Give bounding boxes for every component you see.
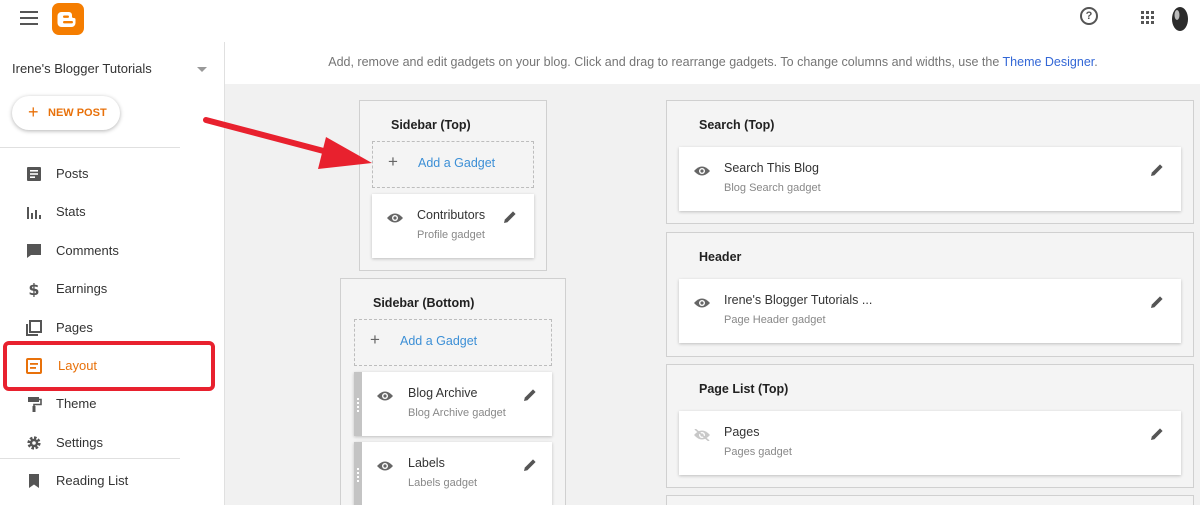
- pencil-edit-icon[interactable]: [1149, 162, 1165, 178]
- section-sidebar-bottom: Sidebar (Bottom) + Add a Gadget Blog Arc…: [340, 278, 566, 505]
- blogger-logo-icon[interactable]: [52, 3, 84, 35]
- gadget-pages[interactable]: Pages Pages gadget: [679, 411, 1181, 475]
- gadget-type: Profile gadget: [417, 229, 485, 241]
- section-title: Page List (Top): [699, 382, 789, 396]
- pencil-edit-icon[interactable]: [522, 387, 538, 403]
- sidebar-item-reading-list[interactable]: Reading List: [0, 466, 210, 496]
- theme-designer-link[interactable]: Theme Designer: [1003, 55, 1095, 69]
- section-page-list-top: Page List (Top) Pages Pages gadget: [666, 364, 1194, 488]
- gadget-labels[interactable]: Labels Labels gadget: [354, 442, 552, 505]
- sidebar-item-settings[interactable]: Settings: [0, 428, 210, 458]
- sidebar-item-label: Stats: [56, 204, 86, 219]
- add-gadget-label: Add a Gadget: [400, 334, 478, 348]
- bookmark-icon: [29, 474, 39, 488]
- dropdown-caret-icon: [197, 67, 207, 72]
- svg-text:$: $: [28, 281, 39, 297]
- paint-roller-icon: [28, 397, 42, 412]
- gadget-type: Blog Search gadget: [724, 182, 821, 194]
- section-title: Search (Top): [699, 118, 775, 132]
- sidebar-item-label: Comments: [56, 243, 119, 258]
- section-next: [666, 495, 1194, 505]
- sidebar-item-earnings[interactable]: $ Earnings: [0, 274, 210, 304]
- comments-icon: [27, 244, 41, 258]
- sidebar-item-label: Pages: [56, 320, 93, 335]
- section-search-top: Search (Top) Search This Blog Blog Searc…: [666, 100, 1194, 224]
- pencil-edit-icon[interactable]: [1149, 426, 1165, 442]
- add-gadget-button[interactable]: + Add a Gadget: [354, 319, 552, 366]
- section-title: Sidebar (Bottom): [373, 296, 475, 310]
- sidebar-item-label: Settings: [56, 435, 103, 450]
- layout-annotation-box: [3, 341, 215, 391]
- posts-icon: [27, 167, 41, 181]
- plus-icon: +: [370, 330, 380, 349]
- eye-icon[interactable]: [693, 165, 711, 177]
- instructions-end: .: [1094, 55, 1098, 69]
- gadget-type: Labels gadget: [408, 477, 478, 489]
- pages-icon: [26, 320, 42, 336]
- section-sidebar-top: Sidebar (Top) + Add a Gadget Contributor…: [359, 100, 547, 271]
- section-title: Header: [699, 250, 742, 264]
- eye-icon[interactable]: [386, 212, 404, 224]
- gear-icon: [27, 436, 41, 450]
- gadget-search-this-blog[interactable]: Search This Blog Blog Search gadget: [679, 147, 1181, 211]
- eye-icon[interactable]: [376, 390, 394, 402]
- stats-icon: [27, 207, 41, 219]
- drag-handle[interactable]: [354, 442, 362, 505]
- new-post-button[interactable]: + NEW POST: [12, 96, 120, 130]
- annotation-arrow-icon: [203, 117, 372, 169]
- gadget-name: Labels: [408, 456, 445, 470]
- top-bar: ?: [0, 0, 1200, 42]
- nav-divider: [0, 147, 180, 148]
- blog-name: Irene's Blogger Tutorials: [12, 61, 152, 76]
- gadget-type: Pages gadget: [724, 446, 792, 458]
- nav-divider: [0, 458, 180, 459]
- eye-icon[interactable]: [376, 460, 394, 472]
- sidebar-item-stats[interactable]: Stats: [0, 197, 210, 227]
- sidebar-item-theme[interactable]: Theme: [0, 389, 210, 419]
- sidebar-item-label: Earnings: [56, 281, 108, 296]
- avatar[interactable]: [1170, 3, 1190, 33]
- sidebar-item-comments[interactable]: Comments: [0, 236, 210, 266]
- new-post-label: NEW POST: [48, 107, 107, 119]
- add-gadget-label: Add a Gadget: [418, 156, 496, 170]
- plus-icon: +: [388, 152, 398, 171]
- apps-grid-icon[interactable]: [1141, 11, 1155, 25]
- drag-handle[interactable]: [354, 372, 362, 436]
- gadget-name: Irene's Blogger Tutorials ...: [724, 293, 873, 307]
- blog-selector[interactable]: Irene's Blogger Tutorials: [12, 61, 207, 79]
- gadget-page-header[interactable]: Irene's Blogger Tutorials ... Page Heade…: [679, 279, 1181, 343]
- hamburger-menu-icon[interactable]: [20, 11, 38, 27]
- gadget-contributors[interactable]: Contributors Profile gadget: [372, 194, 534, 258]
- gadget-name: Blog Archive: [408, 386, 478, 400]
- sidebar-item-label: Posts: [56, 166, 89, 181]
- help-circle-icon[interactable]: ?: [1080, 7, 1098, 25]
- left-navigation: Irene's Blogger Tutorials + NEW POST Pos…: [0, 42, 224, 505]
- gadget-name: Pages: [724, 425, 760, 439]
- pencil-edit-icon[interactable]: [1149, 294, 1165, 310]
- gadget-blog-archive[interactable]: Blog Archive Blog Archive gadget: [354, 372, 552, 436]
- add-gadget-button[interactable]: + Add a Gadget: [372, 141, 534, 188]
- sidebar-item-label: Reading List: [56, 473, 129, 488]
- sidebar-item-posts[interactable]: Posts: [0, 159, 210, 189]
- eye-off-icon[interactable]: [693, 429, 711, 441]
- layout-instructions: Add, remove and edit gadgets on your blo…: [225, 42, 1200, 84]
- eye-icon[interactable]: [693, 297, 711, 309]
- section-title: Sidebar (Top): [391, 118, 471, 132]
- sidebar-item-pages[interactable]: Pages: [0, 313, 210, 343]
- instructions-text: Add, remove and edit gadgets on your blo…: [328, 55, 1003, 69]
- dollar-icon: $: [28, 281, 39, 297]
- pencil-edit-icon[interactable]: [502, 209, 518, 225]
- pencil-edit-icon[interactable]: [522, 457, 538, 473]
- gadget-name: Search This Blog: [724, 161, 819, 175]
- gadget-name: Contributors: [417, 208, 486, 222]
- section-header: Header Irene's Blogger Tutorials ... Pag…: [666, 232, 1194, 357]
- sidebar-item-label: Theme: [56, 396, 97, 411]
- gadget-type: Page Header gadget: [724, 314, 826, 326]
- gadget-type: Blog Archive gadget: [408, 407, 506, 419]
- plus-icon: +: [28, 102, 39, 122]
